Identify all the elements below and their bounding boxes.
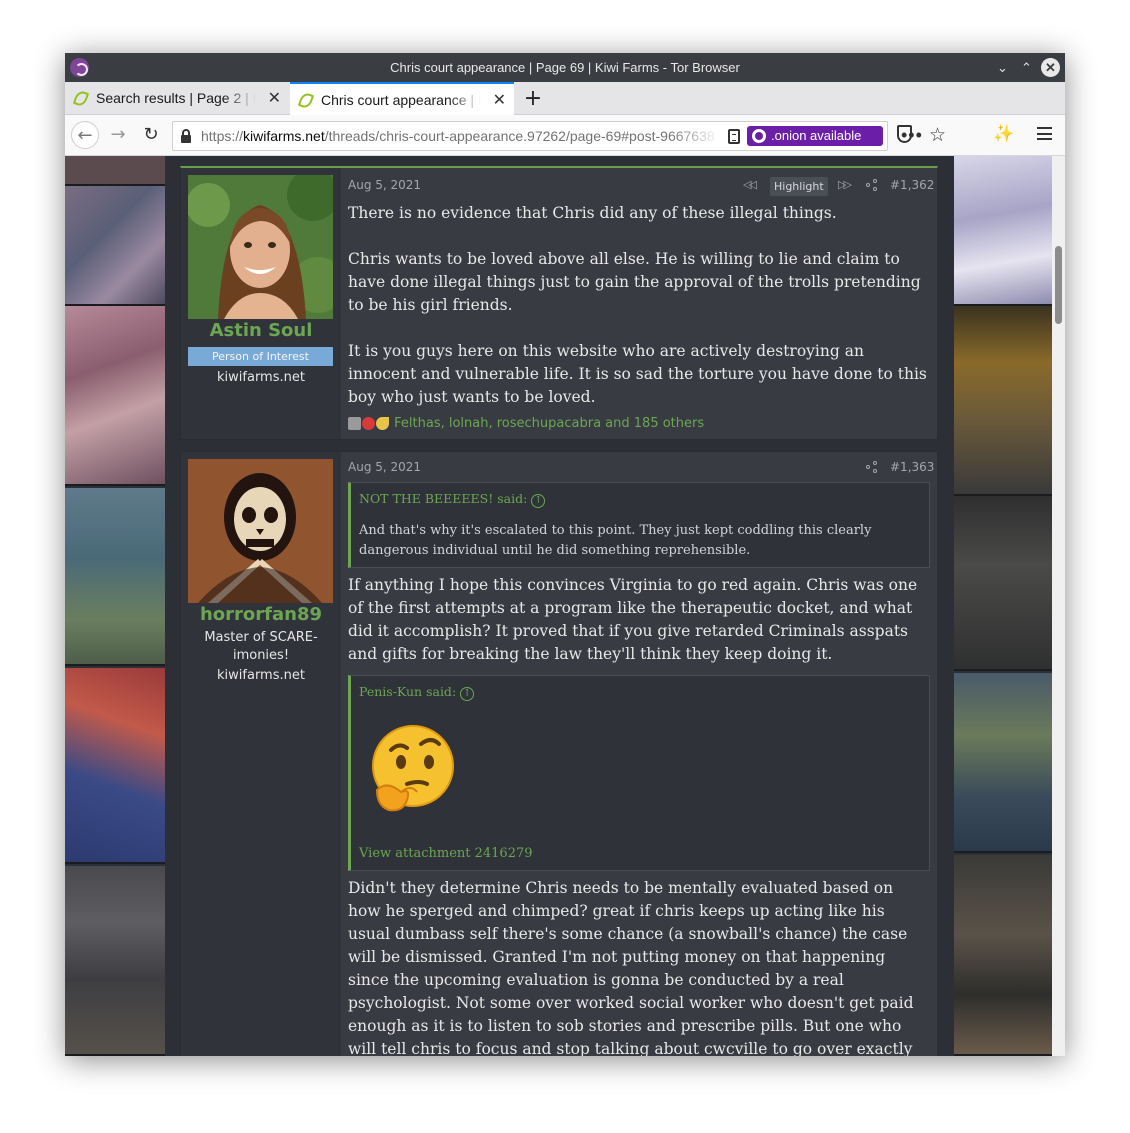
post-paragraph: If anything I hope this convinces Virgin… — [348, 576, 918, 663]
post-date[interactable]: Aug 5, 2021 — [348, 178, 421, 192]
tab-label: Search results | Page 2 | Kiwi Farms — [96, 90, 256, 106]
moon-reaction-icon — [376, 417, 389, 430]
post-paragraph: It is you guys here on this website who … — [348, 342, 927, 406]
onion-icon — [752, 129, 766, 143]
user-site: kiwifarms.net — [217, 370, 305, 385]
user-site: kiwifarms.net — [217, 668, 305, 683]
new-tab-plus-icon[interactable]: + — [521, 86, 545, 111]
hamburger-menu-icon[interactable] — [1037, 127, 1052, 140]
scrollbar-thumb[interactable] — [1055, 246, 1062, 324]
highlight-button[interactable]: Highlight — [770, 177, 828, 196]
share-icon[interactable] — [866, 179, 878, 191]
post-paragraph: Didn't they determine Chris needs to be … — [348, 879, 914, 1056]
new-identity-broom-icon[interactable]: ✨ — [993, 124, 1014, 144]
close-tab-icon[interactable]: ✕ — [493, 90, 506, 110]
quote-block: Penis-Kun said: ↑ View attachment 241627… — [348, 675, 930, 871]
tab-chris-court-appearance[interactable]: Chris court appearance | Page 69 | Kiwi … — [290, 82, 514, 116]
close-tab-icon[interactable]: ✕ — [268, 88, 281, 108]
browser-window: Chris court appearance | Page 69 | Kiwi … — [65, 53, 1065, 1056]
vertical-scrollbar[interactable] — [1052, 156, 1065, 1056]
url-bar[interactable]: https://kiwifarms.net/threads/chris-cour… — [172, 121, 946, 151]
security-shield-icon[interactable] — [897, 125, 912, 143]
post-number-link[interactable]: #1,362 — [890, 178, 934, 192]
user-title-badge: Person of Interest — [188, 347, 333, 366]
navigation-toolbar: ← → ↻ https://kiwifarms.net/threads/chri… — [65, 115, 1065, 156]
share-icon[interactable] — [866, 461, 878, 473]
title-bar: Chris court appearance | Page 69 | Kiwi … — [65, 53, 1065, 82]
reload-icon[interactable]: ↻ — [137, 121, 165, 149]
tab-label: Chris court appearance | Page 69 | Kiwi … — [321, 92, 481, 108]
quote-block: NOT THE BEEEEES! said: ↑ And that's why i… — [348, 482, 930, 568]
background-artwork-right — [954, 156, 1052, 1056]
quote-header[interactable]: NOT THE BEEEEES! said: ↑ — [359, 491, 546, 508]
user-title-line: imonies! — [232, 648, 290, 663]
tab-search-results[interactable]: Search results | Page 2 | Kiwi Farms ✕ — [65, 82, 289, 115]
bookmark-star-icon[interactable]: ☆ — [929, 124, 946, 147]
kiwi-favicon-icon — [72, 89, 90, 108]
tab-strip: Search results | Page 2 | Kiwi Farms ✕ C… — [65, 82, 1065, 116]
minimize-chevron-icon[interactable]: ⌄ — [993, 58, 1012, 77]
user-title-line: Master of SCARE- — [204, 630, 318, 645]
jump-to-quote-arrow-icon[interactable]: ↑ — [531, 494, 546, 508]
reactions-bar[interactable]: Felthas, lolnah, rosechupacabra and 185 … — [348, 416, 704, 431]
post-paragraph: There is no evidence that Chris did any … — [348, 204, 837, 222]
next-highlight-icon[interactable]: ▷▷ — [838, 178, 852, 191]
thinking-face-emoji-icon[interactable] — [367, 722, 463, 818]
username[interactable]: Astin Soul — [181, 320, 341, 341]
maximize-chevron-icon[interactable]: ⌃ — [1017, 58, 1036, 77]
back-arrow-icon[interactable]: ← — [71, 121, 99, 149]
reader-view-icon[interactable] — [728, 129, 740, 144]
forum-post: Astin Soul Person of Interest kiwifarms.… — [180, 166, 938, 440]
previous-highlight-icon[interactable]: ◁◁ — [743, 178, 757, 191]
user-panel: Astin Soul Person of Interest kiwifarms.… — [181, 168, 341, 439]
window-title: Chris court appearance | Page 69 | Kiwi … — [390, 60, 740, 75]
avatar[interactable] — [188, 459, 333, 603]
lock-icon[interactable] — [181, 129, 191, 143]
page-viewport: Astin Soul Person of Interest kiwifarms.… — [65, 156, 1065, 1056]
jump-to-quote-arrow-icon[interactable]: ↑ — [460, 687, 475, 701]
close-window-icon[interactable]: ✕ — [1041, 58, 1060, 77]
quote-header[interactable]: Penis-Kun said: ↑ — [359, 684, 475, 701]
onion-available-button[interactable]: .onion available — [747, 126, 883, 146]
view-attachment-link[interactable]: View attachment 2416279 — [359, 846, 533, 861]
post-number-link[interactable]: #1,363 — [890, 460, 934, 474]
x-reaction-icon — [362, 417, 375, 430]
user-panel: horrorfan89 Master of SCARE- imonies! ki… — [181, 452, 341, 1056]
post-date[interactable]: Aug 5, 2021 — [348, 460, 421, 474]
url-text[interactable]: https://kiwifarms.net/threads/chris-cour… — [201, 128, 721, 144]
avatar[interactable] — [188, 175, 333, 319]
forward-arrow-icon[interactable]: → — [104, 121, 132, 149]
forum-post: horrorfan89 Master of SCARE- imonies! ki… — [180, 451, 938, 1056]
informative-reaction-icon — [348, 417, 361, 430]
quote-text: And that's why it's escalated to this po… — [359, 523, 872, 558]
username[interactable]: horrorfan89 — [181, 604, 341, 625]
post-body: There is no evidence that Chris did any … — [348, 202, 928, 432]
post-paragraph: Chris wants to be loved above all else. … — [348, 250, 921, 314]
reaction-users[interactable]: Felthas, lolnah, rosechupacabra and 185 … — [394, 416, 704, 431]
background-artwork-left — [65, 156, 165, 1056]
kiwi-favicon-icon — [297, 91, 315, 110]
